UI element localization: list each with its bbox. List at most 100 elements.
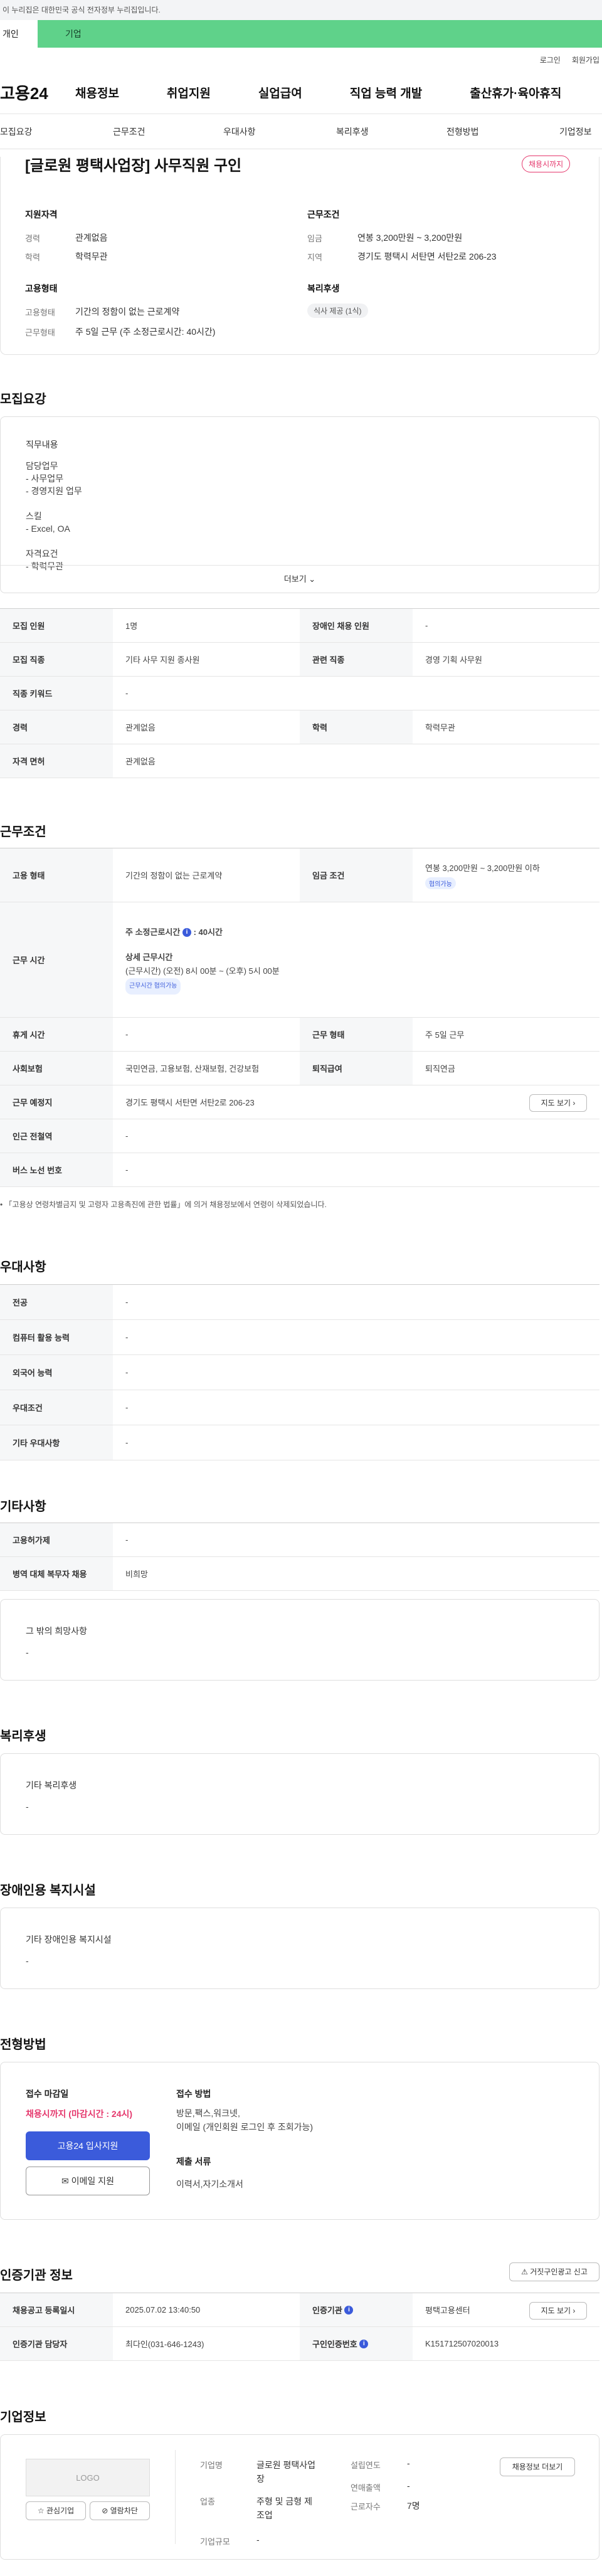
welfare-box-value: - bbox=[26, 1802, 29, 1812]
worktype-value: 주 5일 근무 (주 소정근로시간: 40시간) bbox=[75, 327, 216, 337]
snb-conditions[interactable]: 근무조건 bbox=[113, 125, 145, 138]
gnb-item-support[interactable]: 취업지원 bbox=[167, 84, 211, 101]
table-value: 기타 사무 지원 종사원 bbox=[125, 655, 200, 665]
table-value: 1명 bbox=[125, 621, 138, 631]
time-negotiable-chip: 근무시간 협의가능 bbox=[125, 978, 181, 995]
cert-no-key: 구인인증번호 bbox=[312, 2340, 357, 2349]
time-key: 근무 시간 bbox=[0, 902, 113, 1017]
table-value: - bbox=[125, 1333, 129, 1342]
job-desc-line: 스킬 bbox=[26, 511, 42, 521]
report-button[interactable]: ⚠ 거짓구인광고 신고 bbox=[509, 2262, 599, 2281]
snb-preference[interactable]: 우대사항 bbox=[223, 125, 256, 138]
hope-value: - bbox=[26, 1647, 29, 1657]
found-value: - bbox=[407, 2458, 410, 2468]
table-value: 경영 기획 사무원 bbox=[425, 655, 482, 665]
status-badge: 채용시까지 bbox=[522, 156, 571, 172]
break-value: - bbox=[125, 1030, 129, 1039]
disabled-box-value: - bbox=[26, 1956, 29, 1966]
apply-button[interactable]: 고용24 입사지원 bbox=[26, 2131, 150, 2160]
gov-banner: 이 누리집은 대한민국 공식 전자정부 누리집입니다. bbox=[0, 0, 602, 20]
map-button[interactable]: 지도 보기 › bbox=[529, 1094, 587, 1112]
snb-company[interactable]: 기업정보 bbox=[559, 125, 592, 138]
emp-title: 고용형태 bbox=[25, 283, 58, 293]
site-logo[interactable]: 고용24 bbox=[0, 81, 75, 104]
size-value: - bbox=[256, 2535, 260, 2545]
info-icon[interactable]: i bbox=[344, 2305, 354, 2315]
table-key: 직종 키워드 bbox=[0, 677, 113, 710]
company-name-value: 글로원 평택사업장 bbox=[256, 2460, 316, 2484]
more-label: 더보기 bbox=[283, 574, 307, 584]
table-row: 모집 인원 1명 장애인 채용 인원 - bbox=[0, 609, 599, 643]
cert-no-value: K151712507020013 bbox=[425, 2339, 499, 2348]
job-title: [글로원 평택사업장] 사무직원 구인 bbox=[25, 157, 242, 174]
info-icon[interactable]: i bbox=[359, 2339, 369, 2348]
table-row: 외국어 능력 - bbox=[0, 1355, 599, 1390]
block-icon: ⊘ bbox=[102, 2506, 108, 2515]
table-value: - bbox=[125, 1438, 129, 1447]
more-button[interactable]: 더보기 ⌄ bbox=[1, 565, 599, 593]
welfare-box: 기타 복리후생 - bbox=[0, 1753, 599, 1835]
table-row: 기타 우대사항 - bbox=[0, 1425, 599, 1460]
time-main: 주 소정근로시간 bbox=[125, 927, 181, 937]
join-link[interactable]: 회원가입 bbox=[572, 55, 599, 65]
gnb-item-benefit[interactable]: 실업급여 bbox=[258, 84, 302, 101]
conditions-title: 근무조건 bbox=[0, 825, 46, 839]
table-row: 컴퓨터 활용 능력 - bbox=[0, 1320, 599, 1355]
time-hours: : 40시간 bbox=[193, 927, 223, 937]
form-key: 근무 형태 bbox=[300, 1018, 413, 1051]
employees-key: 근로자수 bbox=[351, 2502, 381, 2511]
email-apply-button[interactable]: ✉ 이메일 지원 bbox=[26, 2167, 150, 2195]
job-desc-line: 자격요건 bbox=[26, 549, 58, 559]
table-row: 직종 키워드 - bbox=[0, 677, 599, 710]
tab-company[interactable]: 기업 bbox=[38, 20, 602, 48]
gnb-item-training[interactable]: 직업 능력 개발 bbox=[350, 84, 422, 101]
found-key: 설립연도 bbox=[351, 2461, 381, 2470]
fav-button[interactable]: ☆ 관심기업 bbox=[26, 2501, 86, 2520]
job-desc-line bbox=[26, 535, 82, 547]
table-value: 비희망 bbox=[125, 1570, 148, 1579]
map-button-label: 지도 보기 bbox=[541, 1099, 571, 1107]
snb-welfare[interactable]: 복리후생 bbox=[336, 125, 369, 138]
area-value: 경기도 평택시 서탄면 서탄2로 206-23 bbox=[357, 251, 497, 261]
mail-icon: ✉ bbox=[61, 2176, 69, 2186]
reg-date-key: 채용공고 등록일시 bbox=[0, 2293, 113, 2326]
job-desc-box: 직무내용 담당업무 - 사무업무 - 경영지원 업무 스킬 - Excel, OA 자격요… bbox=[0, 416, 599, 593]
divider bbox=[175, 2450, 176, 2544]
disabled-title: 장애인용 복지시설 bbox=[0, 1884, 96, 1898]
snb-recruit[interactable]: 모집요강 bbox=[0, 125, 33, 138]
insurance-value: 국민연금, 고용보험, 산재보험, 건강보험 bbox=[125, 1064, 260, 1074]
table-row: 모집 직종 기타 사무 지원 종사원 관련 직종 경영 기획 사무원 bbox=[0, 643, 599, 677]
retirement-key: 퇴직급여 bbox=[300, 1052, 413, 1085]
welfare-title: 복리후생 bbox=[0, 1729, 46, 1743]
report-label: 거짓구인광고 신고 bbox=[530, 2267, 588, 2276]
table-row: 고용허가제 - bbox=[0, 1523, 599, 1557]
login-link[interactable]: 로그인 bbox=[540, 55, 561, 65]
table-key: 고용허가제 bbox=[0, 1523, 113, 1556]
emp-key: 고용 형태 bbox=[0, 848, 113, 902]
wage-cond-value: 연봉 3,200만원 ~ 3,200만원 이하 bbox=[425, 863, 540, 873]
subway-value: - bbox=[125, 1131, 129, 1141]
gnb-item-jobs[interactable]: 채용정보 bbox=[75, 84, 119, 101]
table-key: 자격 면허 bbox=[0, 744, 113, 778]
snb-process[interactable]: 전형방법 bbox=[446, 125, 479, 138]
table-key: 관련 직종 bbox=[300, 643, 413, 676]
gnb-item-leave[interactable]: 출산휴가·육아휴직 bbox=[470, 84, 561, 101]
career-value: 관계없음 bbox=[75, 233, 108, 243]
table-value: 학력무관 bbox=[425, 723, 455, 732]
manager-value: 최다인(031-646-1243) bbox=[125, 2340, 204, 2349]
break-key: 휴게 시간 bbox=[0, 1018, 113, 1051]
bus-value: - bbox=[125, 1165, 129, 1175]
deadline-title: 접수 마감일 bbox=[26, 2089, 69, 2099]
cert-map-button[interactable]: 지도 보기 › bbox=[529, 2302, 587, 2320]
table-key: 학력 bbox=[300, 710, 413, 744]
cert-org-key: 인증기관 bbox=[312, 2306, 342, 2315]
conditions-table: 고용 형태 기간의 정함이 없는 근로계약 임금 조건 연봉 3,200만원 ~ 3,… bbox=[0, 848, 599, 1187]
table-key: 경력 bbox=[0, 710, 113, 744]
star-icon: ☆ bbox=[37, 2506, 45, 2515]
tab-personal[interactable]: 개인 bbox=[0, 20, 38, 48]
reg-date-value: 2025.07.02 13:40:50 bbox=[125, 2305, 201, 2315]
info-icon[interactable]: i bbox=[182, 928, 191, 937]
company-info-button[interactable]: 채용정보 더보기 bbox=[500, 2457, 575, 2476]
block-button[interactable]: ⊘ 열람차단 bbox=[90, 2501, 150, 2520]
table-key: 외국어 능력 bbox=[0, 1355, 113, 1390]
